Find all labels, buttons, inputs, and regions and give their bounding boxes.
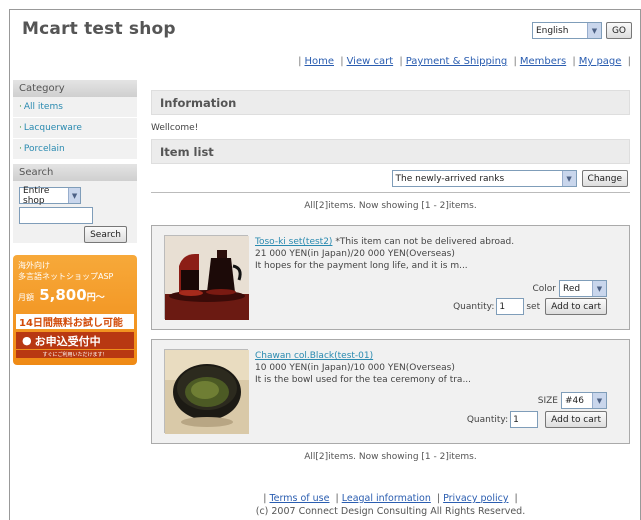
option-row: Color Red ▼ (532, 280, 607, 297)
search-scope-select[interactable]: Entire shop ▼ (19, 185, 81, 206)
chevron-down-icon: ▼ (592, 281, 606, 296)
option-row: SIZE #46 ▼ (538, 392, 607, 409)
bullet-icon: · (19, 123, 22, 133)
banner-price: 5,800 (39, 286, 87, 304)
category-heading: Category (13, 80, 137, 97)
quantity-row: Quantity: 1 set Add to cart (453, 298, 607, 315)
quantity-label: Quantity: (453, 301, 495, 312)
search-button[interactable]: Search (84, 226, 127, 243)
product-name-link[interactable]: Chawan col.Black(test-01) (255, 351, 373, 361)
product-item: Chawan col.Black(test-01) 10 000 YEN(in … (151, 339, 630, 444)
welcome-text: Wellcome! (151, 123, 199, 133)
top-navigation: | Home | View cart | Payment & Shipping | Me… (298, 56, 631, 67)
category-item-lacquerware[interactable]: · Lacquerware (13, 118, 137, 139)
product-details: Toso-ki set(test2) *This item can not be… (255, 236, 625, 272)
product-details: Chawan col.Black(test-01) 10 000 YEN(in … (255, 350, 625, 386)
nav-my-page[interactable]: My page (579, 56, 622, 67)
size-value: #46 (565, 395, 584, 406)
add-to-cart-button[interactable]: Add to cart (545, 411, 607, 428)
nav-home[interactable]: Home (304, 56, 334, 67)
size-select[interactable]: #46 ▼ (561, 392, 607, 409)
page-frame: Mcart test shop English ▼ GO | Home | View… (9, 9, 641, 520)
quantity-row: Quantity: 1 Add to cart (467, 411, 607, 428)
chevron-down-icon: ▼ (592, 393, 606, 408)
banner-line1b: 多言語ネットショップASP (18, 272, 114, 281)
shop-title: Mcart test shop (22, 19, 176, 39)
category-item-porcelain[interactable]: · Porcelain (13, 139, 137, 160)
search-input[interactable] (19, 207, 93, 224)
add-to-cart-button[interactable]: Add to cart (545, 298, 607, 315)
quantity-input[interactable]: 1 (496, 298, 525, 315)
quantity-input[interactable]: 1 (510, 411, 539, 428)
language-select[interactable]: English ▼ (531, 22, 602, 39)
language-selector-group: English ▼ GO (531, 22, 632, 39)
option-label: Color (532, 283, 557, 294)
item-count-top: All[2]items. Now showing [1 - 2]items. (304, 201, 477, 211)
nav-members[interactable]: Members (520, 56, 566, 67)
product-item: Toso-ki set(test2) *This item can not be… (151, 225, 630, 330)
product-price: 21 000 YEN(in Japan)/20 000 YEN(Overseas… (255, 249, 455, 259)
footer-legal-link[interactable]: Leagal information (342, 493, 431, 504)
go-button[interactable]: GO (605, 22, 632, 39)
sidebar: Category · All items · Lacquerware · Porcel… (13, 80, 137, 365)
footer-privacy-link[interactable]: Privacy policy (443, 493, 508, 504)
search-scope-value: Entire shop (23, 185, 50, 206)
bullet-icon: · (19, 144, 22, 154)
change-button[interactable]: Change (581, 170, 628, 187)
product-description: It is the bowl used for the tea ceremony… (255, 375, 472, 385)
quantity-label: Quantity: (466, 414, 509, 425)
sort-value: The newly-arrived ranks (395, 173, 505, 184)
banner-price-prefix: 月額 (18, 293, 34, 302)
sort-row: The newly-arrived ranks ▼ Change (151, 170, 630, 187)
banner-line1a: 海外向け (18, 261, 50, 270)
product-image-chawan[interactable] (164, 349, 249, 434)
banner-small: すぐにご利用いただけます！ (16, 350, 134, 358)
product-name-link[interactable]: Toso-ki set(test2) (255, 237, 332, 247)
main-content: Information Wellcome! Item list The newl… (151, 90, 630, 462)
banner-trial: 14日間無料お試し可能 (16, 314, 134, 329)
product-note: *This item can not be delivered abroad. (335, 237, 515, 247)
nav-payment-shipping[interactable]: Payment & Shipping (406, 56, 508, 67)
footer-terms-link[interactable]: Terms of use (269, 493, 329, 504)
product-description: It hopes for the payment long life, and … (255, 261, 468, 271)
chevron-down-icon: ▼ (68, 188, 80, 203)
search-panel: Entire shop ▼ Search (13, 181, 137, 243)
chevron-down-icon: ▼ (561, 171, 576, 186)
chevron-down-icon: ▼ (586, 23, 601, 38)
copyright: (c) 2007 Connect Design Consulting All R… (255, 506, 526, 517)
divider (151, 192, 630, 193)
circle-icon: ● (22, 334, 32, 347)
sort-select[interactable]: The newly-arrived ranks ▼ (391, 170, 577, 187)
bullet-icon: · (19, 102, 22, 112)
color-select[interactable]: Red ▼ (559, 280, 607, 297)
category-item-all[interactable]: · All items (13, 97, 137, 118)
promo-banner[interactable]: 海外向け多言語ネットショップASP 月額 5,800円～ 14日間無料お試し可能… (13, 255, 137, 365)
banner-price-suffix: 円～ (86, 293, 105, 303)
language-value: English (535, 25, 569, 36)
option-label: SIZE (537, 395, 558, 406)
tea-bowl-image (165, 350, 249, 434)
color-value: Red (563, 283, 581, 294)
lacquer-set-image (165, 236, 249, 320)
nav-view-cart[interactable]: View cart (347, 56, 394, 67)
product-price: 10 000 YEN(in Japan)/10 000 YEN(Overseas… (255, 363, 455, 373)
quantity-unit: set (526, 301, 541, 312)
footer: | Terms of use | Leagal information | Priva… (151, 492, 630, 518)
item-count-bottom: All[2]items. Now showing [1 - 2]items. (304, 452, 477, 462)
information-heading: Information (151, 90, 630, 115)
search-heading: Search (13, 164, 137, 181)
item-list-heading: Item list (151, 139, 630, 164)
banner-apply: お申込受付中 (34, 334, 101, 348)
product-image-toso-ki[interactable] (164, 235, 249, 320)
category-list: · All items · Lacquerware · Porcelain (13, 97, 137, 160)
